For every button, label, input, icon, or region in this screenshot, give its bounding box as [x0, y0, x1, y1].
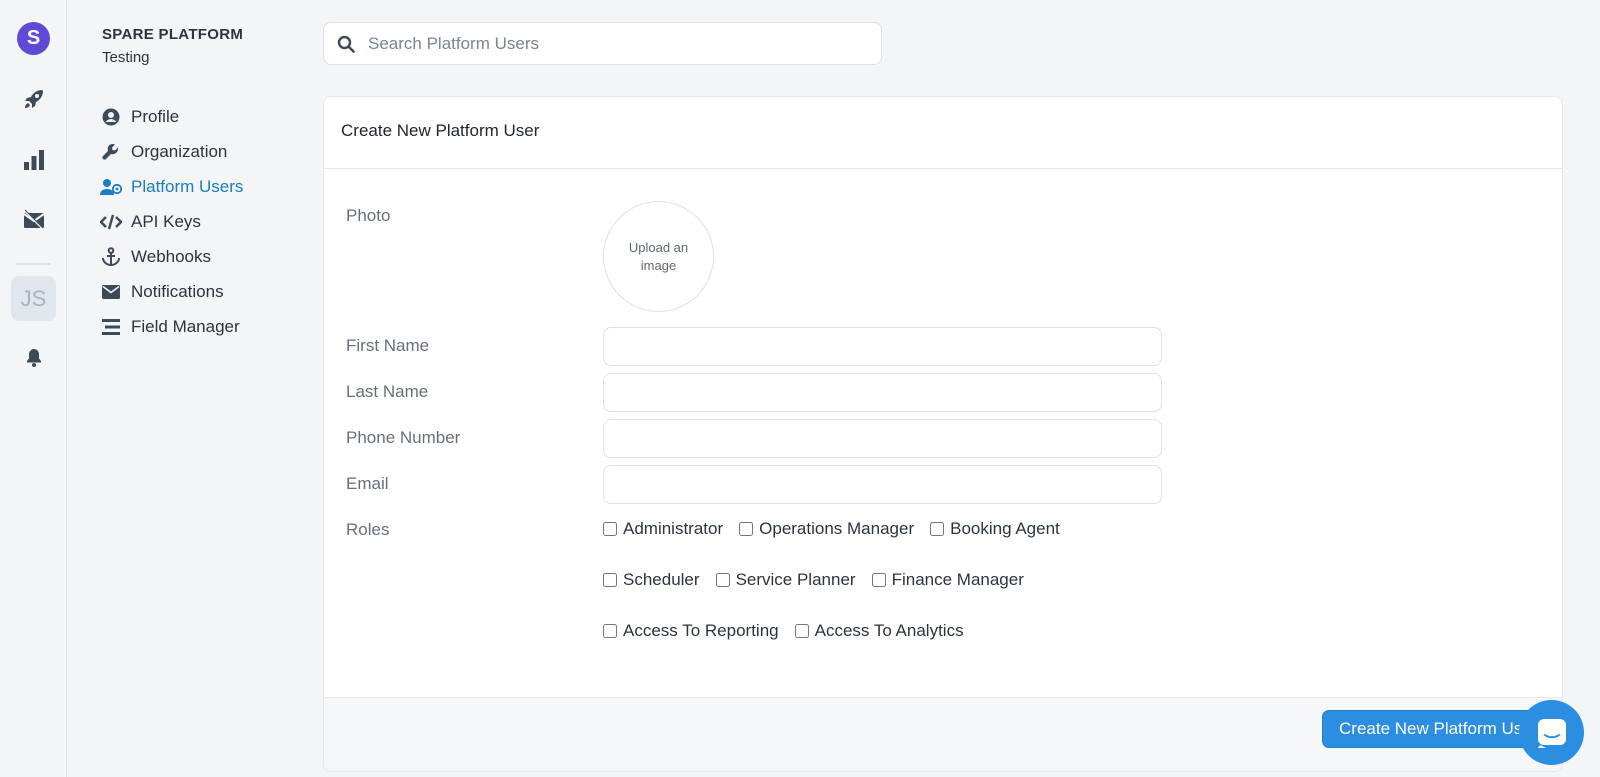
role-label: Access To Reporting	[623, 621, 779, 640]
rail-divider	[16, 263, 50, 265]
logo-button[interactable]: S	[11, 16, 56, 61]
role-checkbox[interactable]	[930, 522, 945, 536]
photo-upload[interactable]: Upload an image	[603, 201, 714, 312]
search-icon	[324, 35, 368, 53]
wrench-icon	[100, 141, 122, 163]
nav-item-label: Profile	[131, 107, 180, 126]
page-title: Create New Platform User	[341, 121, 540, 140]
card-divider	[324, 168, 1562, 169]
role-service-planner[interactable]: Service Planner	[715, 570, 856, 590]
role-label: Administrator	[623, 519, 724, 538]
role-administrator[interactable]: Administrator	[603, 519, 723, 539]
email-label: Email	[346, 474, 389, 493]
last-name-label: Last Name	[346, 382, 429, 401]
last-name-field[interactable]	[603, 373, 1162, 412]
role-label: Access To Analytics	[814, 621, 964, 640]
roles-row-2: Scheduler Service Planner Finance Manage…	[603, 570, 1040, 590]
settings-nav: SPARE PLATFORM Testing Profile Organizat…	[67, 0, 307, 777]
role-checkbox[interactable]	[603, 522, 617, 536]
email-field[interactable]	[603, 465, 1162, 504]
nav-item-label: Platform Users	[131, 177, 244, 196]
role-checkbox[interactable]	[603, 624, 617, 638]
nav-item-api-keys[interactable]: API Keys	[100, 208, 201, 236]
bar-chart-icon[interactable]	[11, 137, 56, 182]
anchor-icon	[100, 246, 122, 268]
roles-label: Roles	[346, 520, 390, 539]
role-checkbox[interactable]	[603, 573, 617, 587]
phone-number-field[interactable]	[603, 419, 1162, 458]
role-booking-agent[interactable]: Booking Agent	[930, 519, 1060, 539]
role-checkbox[interactable]	[794, 624, 809, 638]
roles-row-1: Administrator Operations Manager Booking…	[603, 519, 1076, 539]
nav-item-organization[interactable]: Organization	[100, 138, 227, 166]
role-access-to-reporting[interactable]: Access To Reporting	[603, 621, 779, 641]
nav-item-notifications[interactable]: Notifications	[100, 278, 224, 306]
list-icon	[100, 316, 122, 338]
nav-item-platform-users[interactable]: Platform Users	[100, 173, 243, 201]
role-label: Finance Manager	[891, 570, 1024, 589]
icon-rail: S JS	[0, 0, 67, 777]
role-scheduler[interactable]: Scheduler	[603, 570, 700, 590]
first-name-field[interactable]	[603, 327, 1162, 366]
nav-item-field-manager[interactable]: Field Manager	[100, 313, 240, 341]
role-label: Operations Manager	[759, 519, 915, 538]
search-bar	[323, 22, 882, 65]
role-access-to-analytics[interactable]: Access To Analytics	[794, 621, 964, 641]
org-name: SPARE PLATFORM	[102, 26, 244, 43]
role-finance-manager[interactable]: Finance Manager	[871, 570, 1024, 590]
role-checkbox[interactable]	[715, 573, 730, 587]
roles-row-3: Access To Reporting Access To Analytics	[603, 621, 980, 641]
bell-icon[interactable]	[11, 335, 56, 380]
first-name-label: First Name	[346, 336, 430, 355]
org-subtitle: Testing	[102, 49, 150, 66]
mail-icon[interactable]	[11, 197, 56, 242]
envelope-icon	[100, 281, 122, 303]
phone-number-label: Phone Number	[346, 428, 461, 447]
chat-launcher[interactable]	[1519, 700, 1584, 765]
role-label: Booking Agent	[950, 519, 1060, 538]
photo-label: Photo	[346, 206, 391, 225]
code-icon	[100, 211, 122, 233]
nav-item-label: Organization	[131, 142, 228, 161]
create-user-button[interactable]: Create New Platform Us	[1322, 710, 1547, 748]
role-checkbox[interactable]	[739, 522, 754, 536]
create-user-card: Create New Platform User Photo Upload an…	[323, 96, 1563, 772]
nav-item-profile[interactable]: Profile	[100, 103, 179, 131]
chat-icon	[1537, 718, 1566, 748]
search-input[interactable]	[368, 33, 868, 54]
nav-item-label: Notifications	[131, 282, 224, 301]
users-icon	[100, 176, 122, 198]
nav-item-webhooks[interactable]: Webhooks	[100, 243, 211, 271]
role-label: Service Planner	[735, 570, 856, 589]
nav-item-label: Field Manager	[131, 317, 240, 336]
photo-upload-text: Upload an image	[628, 239, 689, 273]
nav-item-label: Webhooks	[131, 247, 212, 266]
rocket-icon[interactable]	[11, 76, 56, 121]
avatar[interactable]: JS	[11, 276, 56, 321]
role-operations-manager[interactable]: Operations Manager	[739, 519, 914, 539]
nav-item-label: API Keys	[131, 212, 201, 231]
user-circle-icon	[100, 106, 122, 128]
role-label: Scheduler	[623, 570, 700, 589]
logo-icon: S	[17, 22, 50, 55]
role-checkbox[interactable]	[871, 573, 886, 587]
